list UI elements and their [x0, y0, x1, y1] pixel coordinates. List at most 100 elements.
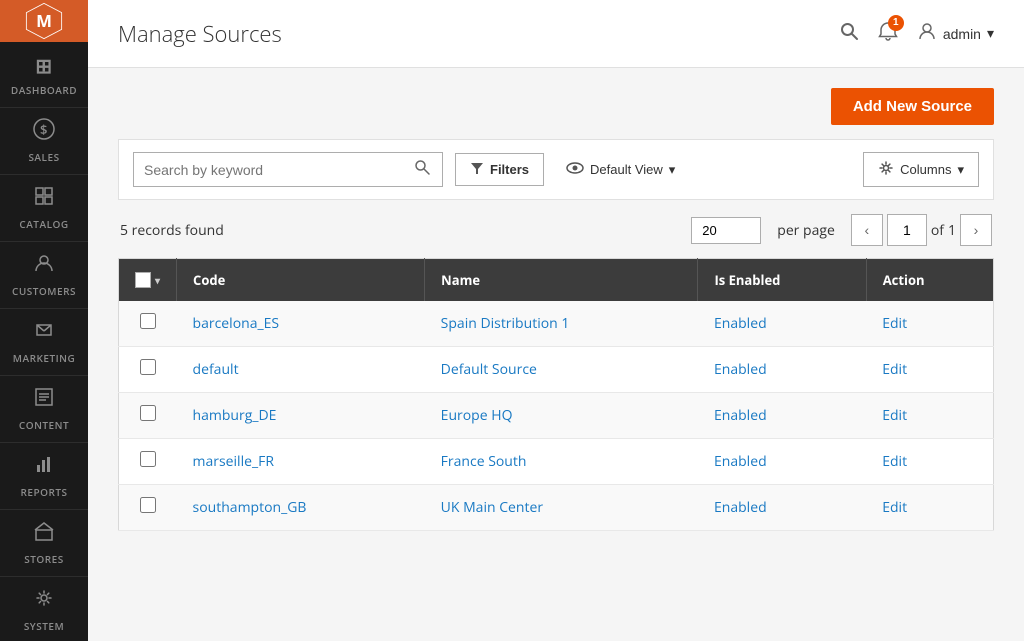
search-input[interactable] [144, 162, 414, 178]
name-link[interactable]: UK Main Center [441, 498, 543, 517]
add-new-source-button[interactable]: Add New Source [831, 88, 994, 125]
edit-link[interactable]: Edit [882, 406, 907, 425]
code-link[interactable]: barcelona_ES [193, 314, 280, 333]
row-checkbox[interactable] [140, 497, 156, 513]
row-is-enabled: Enabled [698, 301, 866, 347]
col-header-action: Action [866, 259, 993, 302]
row-name: Spain Distribution 1 [425, 301, 698, 347]
sidebar-item-sales[interactable]: $ SALES [0, 108, 88, 175]
row-checkbox[interactable] [140, 313, 156, 329]
logo[interactable]: M [0, 0, 88, 42]
name-link[interactable]: France South [441, 452, 527, 471]
sidebar-item-dashboard[interactable]: ⊞ DASHBOARD [0, 42, 88, 108]
system-icon [33, 587, 55, 615]
sidebar-item-system[interactable]: SYSTEM [0, 577, 88, 641]
sidebar-label-content: CONTENT [19, 418, 69, 432]
search-box [133, 152, 443, 187]
page-next-button[interactable]: › [960, 214, 992, 246]
table-row: barcelona_ES Spain Distribution 1 Enable… [119, 301, 994, 347]
sales-icon: $ [33, 118, 55, 146]
row-action: Edit [866, 301, 993, 347]
sidebar-item-reports[interactable]: REPORTS [0, 443, 88, 510]
row-checkbox[interactable] [140, 359, 156, 375]
row-checkbox-cell[interactable] [119, 347, 177, 393]
default-view-label: Default View [590, 162, 663, 177]
per-page-dropdown[interactable]: 20 30 50 100 [691, 217, 761, 244]
stores-icon [33, 520, 55, 548]
svg-text:M: M [36, 9, 52, 32]
row-is-enabled: Enabled [698, 347, 866, 393]
toolbar: Filters Default View ▾ Columns ▾ [118, 139, 994, 200]
sidebar-item-catalog[interactable]: CATALOG [0, 175, 88, 242]
default-view-dropdown-icon: ▾ [669, 162, 676, 178]
code-link[interactable]: marseille_FR [193, 452, 274, 471]
sidebar-label-reports: REPORTS [20, 485, 67, 499]
content-area: Add New Source Filters Default View [88, 68, 1024, 641]
sidebar-item-customers[interactable]: CUSTOMERS [0, 242, 88, 309]
row-name: UK Main Center [425, 485, 698, 531]
row-checkbox[interactable] [140, 405, 156, 421]
name-link[interactable]: Default Source [441, 360, 537, 379]
admin-menu-button[interactable]: admin ▾ [917, 21, 994, 47]
row-checkbox-cell[interactable] [119, 485, 177, 531]
columns-button[interactable]: Columns ▾ [863, 152, 979, 187]
columns-dropdown-icon: ▾ [957, 162, 964, 178]
header: Manage Sources 1 admin ▾ [88, 0, 1024, 68]
table-row: default Default Source Enabled Edit [119, 347, 994, 393]
search-box-icon[interactable] [414, 159, 430, 180]
customers-icon [33, 252, 55, 280]
edit-link[interactable]: Edit [882, 314, 907, 333]
select-all-header[interactable]: ▾ [119, 259, 177, 302]
page-prev-button[interactable]: ‹ [851, 214, 883, 246]
page-nav: ‹ of 1 › [851, 214, 992, 246]
sidebar-label-customers: CUSTOMERS [12, 284, 76, 298]
code-link[interactable]: default [193, 360, 239, 379]
filter-icon [470, 161, 484, 178]
row-action: Edit [866, 393, 993, 439]
row-code: southampton_GB [177, 485, 425, 531]
select-all-checkbox[interactable] [135, 272, 151, 288]
default-view-button[interactable]: Default View ▾ [556, 154, 685, 185]
edit-link[interactable]: Edit [882, 360, 907, 379]
row-checkbox-cell[interactable] [119, 301, 177, 347]
row-checkbox-cell[interactable] [119, 393, 177, 439]
columns-label: Columns [900, 162, 951, 177]
name-link[interactable]: Europe HQ [441, 406, 513, 425]
table-row: southampton_GB UK Main Center Enabled Ed… [119, 485, 994, 531]
row-checkbox[interactable] [140, 451, 156, 467]
page-title: Manage Sources [118, 19, 282, 49]
col-header-code: Code [177, 259, 425, 302]
global-search-button[interactable] [839, 21, 859, 47]
page-input[interactable] [887, 214, 927, 246]
row-is-enabled: Enabled [698, 485, 866, 531]
filters-button[interactable]: Filters [455, 153, 544, 186]
sidebar-item-stores[interactable]: STORES [0, 510, 88, 577]
admin-avatar-icon [917, 21, 937, 47]
row-checkbox-cell[interactable] [119, 439, 177, 485]
per-page-select[interactable]: 20 30 50 100 [691, 217, 761, 244]
marketing-icon [33, 319, 55, 347]
row-name: France South [425, 439, 698, 485]
name-link[interactable]: Spain Distribution 1 [441, 314, 570, 333]
select-all-dropdown-icon[interactable]: ▾ [155, 273, 160, 287]
row-name: Default Source [425, 347, 698, 393]
catalog-icon [33, 185, 55, 213]
sidebar-label-dashboard: DASHBOARD [11, 83, 77, 97]
enabled-status: Enabled [714, 452, 767, 471]
table-row: hamburg_DE Europe HQ Enabled Edit [119, 393, 994, 439]
edit-link[interactable]: Edit [882, 452, 907, 471]
notifications-button[interactable]: 1 [877, 20, 899, 48]
sidebar-label-catalog: CATALOG [19, 217, 68, 231]
row-code: default [177, 347, 425, 393]
edit-link[interactable]: Edit [882, 498, 907, 517]
code-link[interactable]: southampton_GB [193, 498, 307, 517]
enabled-status: Enabled [714, 360, 767, 379]
records-row: 5 records found 20 30 50 100 per page ‹ … [118, 214, 994, 246]
row-code: hamburg_DE [177, 393, 425, 439]
enabled-status: Enabled [714, 314, 767, 333]
table-header-row: ▾ Code Name Is Enabled Action [119, 259, 994, 302]
sidebar-item-marketing[interactable]: MARKETING [0, 309, 88, 376]
code-link[interactable]: hamburg_DE [193, 406, 277, 425]
sidebar-item-content[interactable]: CONTENT [0, 376, 88, 443]
dashboard-icon: ⊞ [35, 52, 52, 79]
